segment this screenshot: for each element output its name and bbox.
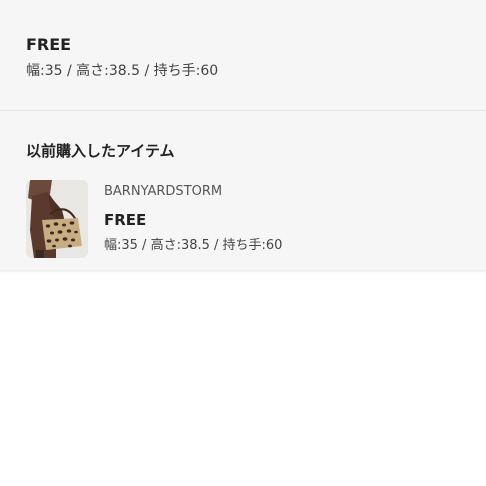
section-divider: [0, 110, 486, 111]
item-brand: BARNYARDSTORM: [104, 184, 223, 199]
item-size: FREE: [104, 211, 147, 229]
selected-size-dimensions: 幅:35 / 高さ:38.5 / 持ち手:60: [26, 63, 219, 79]
selected-size-label: FREE: [26, 35, 72, 54]
previous-item-info: BARNYARDSTORM FREE 幅:35 / 高さ:38.5 / 持ち手:…: [104, 183, 282, 255]
product-thumbnail-image: [26, 180, 88, 258]
previous-items-title: 以前購入したアイテム: [26, 142, 175, 160]
panel-bottom-edge: [0, 270, 486, 273]
item-dimensions: 幅:35 / 高さ:38.5 / 持ち手:60: [104, 238, 283, 253]
product-thumbnail: [26, 180, 88, 258]
size-info-panel: FREE 幅:35 / 高さ:38.5 / 持ち手:60 以前購入したアイテム: [0, 0, 486, 270]
selected-size-block: FREE 幅:35 / 高さ:38.5 / 持ち手:60: [26, 34, 466, 80]
previous-item[interactable]: BARNYARDSTORM FREE 幅:35 / 高さ:38.5 / 持ち手:…: [26, 180, 466, 260]
